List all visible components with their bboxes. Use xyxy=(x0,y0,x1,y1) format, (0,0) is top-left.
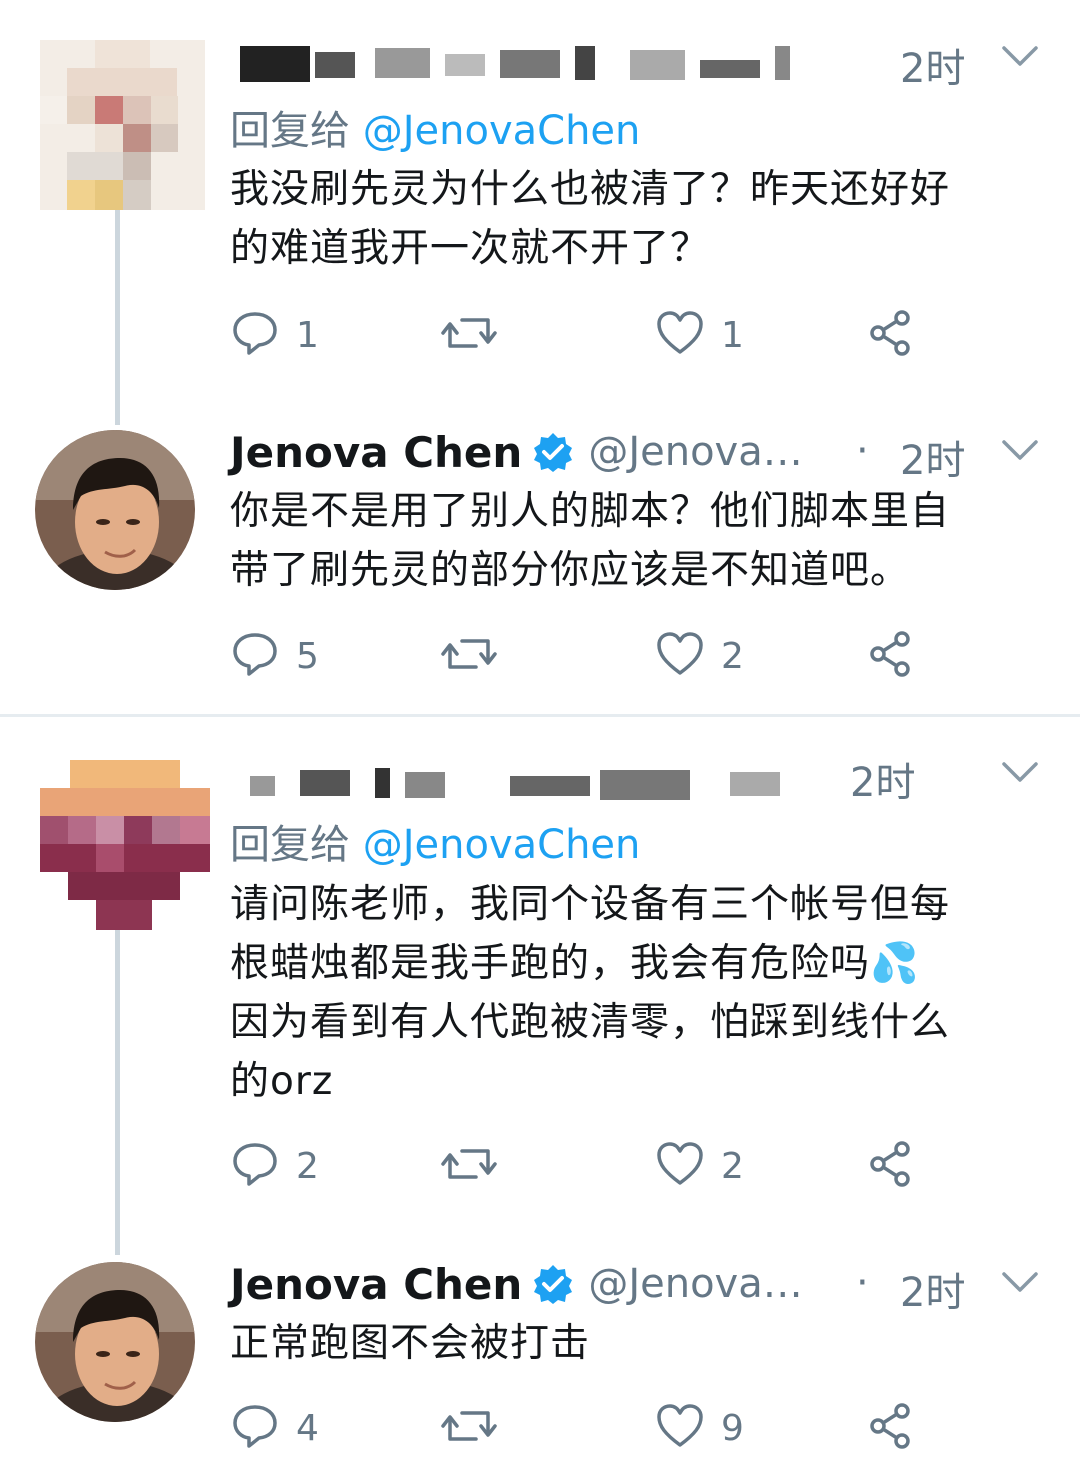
like-button[interactable]: 1 xyxy=(655,305,744,365)
author-name[interactable]: Jenova Chen xyxy=(230,1260,522,1309)
chevron-down-icon[interactable] xyxy=(1000,42,1040,74)
share-icon xyxy=(866,308,916,362)
share-icon xyxy=(866,1401,916,1455)
thread-connector-line xyxy=(115,210,120,425)
tweet-text: 你是不是用了别人的脚本？他们脚本里自 带了刷先灵的部分你应该是不知道吧。 xyxy=(230,482,1050,600)
tweet-text-line: 因为看到有人代跑被清零，怕踩到线什么 xyxy=(230,1000,951,1045)
reply-to-prefix: 回复给 xyxy=(230,822,350,868)
author-row: Jenova Chen @Jenova… xyxy=(230,424,803,480)
avatar-blurred[interactable] xyxy=(40,40,205,210)
tweet-text-line: 正常跑图不会被打击 xyxy=(230,1321,591,1366)
reply-button[interactable]: 1 xyxy=(230,305,319,365)
reply-icon xyxy=(230,1139,280,1193)
tweet-text-line: 的orz xyxy=(230,1059,334,1104)
share-button[interactable] xyxy=(866,1398,916,1458)
avatar-blurred[interactable] xyxy=(40,760,210,930)
tweet-time: 2时 xyxy=(900,1270,966,1316)
reply-icon xyxy=(230,629,280,683)
author-row: Jenova Chen @Jenova… xyxy=(230,1256,803,1312)
reply-to-mention-link[interactable]: @JenovaChen xyxy=(363,822,641,868)
reply-icon xyxy=(230,308,280,362)
thread-connector-line xyxy=(115,925,120,1255)
author-name-blurred[interactable] xyxy=(230,760,790,810)
like-count: 1 xyxy=(721,314,744,356)
share-icon xyxy=(866,629,916,683)
reply-button[interactable]: 2 xyxy=(230,1136,319,1196)
tweet-text: 请问陈老师，我同个设备有三个帐号但每 根蜡烛都是我手跑的，我会有危险吗💦 因为看… xyxy=(230,875,1050,1111)
reply-count: 2 xyxy=(296,1145,319,1187)
tweet-time: 2时 xyxy=(900,438,966,484)
tweet-actions: 4 9 xyxy=(230,1398,930,1458)
verified-badge-icon xyxy=(532,1263,574,1305)
like-button[interactable]: 9 xyxy=(655,1398,744,1458)
like-button[interactable]: 2 xyxy=(655,626,744,686)
heart-icon xyxy=(655,1139,705,1193)
retweet-button[interactable] xyxy=(440,305,498,365)
author-name-blurred[interactable] xyxy=(230,38,790,88)
avatar-jenova-chen[interactable] xyxy=(35,430,195,590)
share-button[interactable] xyxy=(866,626,916,686)
chevron-down-icon[interactable] xyxy=(1000,1268,1040,1300)
tweet-text: 正常跑图不会被打击 xyxy=(230,1314,1050,1373)
share-button[interactable] xyxy=(866,305,916,365)
tweet-text-line: 你是不是用了别人的脚本？他们脚本里自 xyxy=(230,489,951,534)
thread-divider xyxy=(0,714,1080,717)
reply-to-prefix: 回复给 xyxy=(230,108,350,154)
avatar-jenova-chen[interactable] xyxy=(35,1262,195,1422)
tweet-text-line: 带了刷先灵的部分你应该是不知道吧。 xyxy=(230,548,911,593)
reply-to-line: 回复给 @JenovaChen xyxy=(230,98,640,156)
reply-icon xyxy=(230,1401,280,1455)
reply-count: 4 xyxy=(296,1407,319,1449)
heart-icon xyxy=(655,1401,705,1455)
tweet-text-line: 我没刷先灵为什么也被清了？昨天还好好 xyxy=(230,167,951,212)
chevron-down-icon[interactable] xyxy=(1000,436,1040,468)
retweet-icon xyxy=(440,629,498,683)
tweet-actions: 5 2 xyxy=(230,626,930,686)
reply-to-line: 回复给 @JenovaChen xyxy=(230,812,640,870)
tweet-text-line: 根蜡烛都是我手跑的，我会有危险吗💦 xyxy=(230,941,920,986)
like-count: 2 xyxy=(721,1145,744,1187)
retweet-icon xyxy=(440,308,498,362)
retweet-button[interactable] xyxy=(440,626,498,686)
author-handle[interactable]: @Jenova… xyxy=(588,429,802,475)
reply-button[interactable]: 5 xyxy=(230,626,319,686)
retweet-button[interactable] xyxy=(440,1398,498,1458)
tweet-actions: 1 1 xyxy=(230,305,930,365)
reply-count: 1 xyxy=(296,314,319,356)
tweet-text-line: 请问陈老师，我同个设备有三个帐号但每 xyxy=(230,882,951,927)
heart-icon xyxy=(655,308,705,362)
tweet-actions: 2 2 xyxy=(230,1136,930,1196)
like-count: 9 xyxy=(721,1407,744,1449)
share-button[interactable] xyxy=(866,1136,916,1196)
chevron-down-icon[interactable] xyxy=(1000,758,1040,790)
retweet-icon xyxy=(440,1139,498,1193)
author-name[interactable]: Jenova Chen xyxy=(230,428,522,477)
like-button[interactable]: 2 xyxy=(655,1136,744,1196)
like-count: 2 xyxy=(721,635,744,677)
tweet-time: 2时 xyxy=(900,46,966,92)
retweet-icon xyxy=(440,1401,498,1455)
heart-icon xyxy=(655,629,705,683)
author-handle[interactable]: @Jenova… xyxy=(588,1261,802,1307)
reply-to-mention-link[interactable]: @JenovaChen xyxy=(363,108,641,154)
tweet-text-line: 的难道我开一次就不开了？ xyxy=(230,226,711,271)
verified-badge-icon xyxy=(532,431,574,473)
separator-dot: · xyxy=(856,428,869,474)
reply-button[interactable]: 4 xyxy=(230,1398,319,1458)
tweet-time: 2时 xyxy=(850,760,916,806)
reply-count: 5 xyxy=(296,635,319,677)
tweet-text: 我没刷先灵为什么也被清了？昨天还好好 的难道我开一次就不开了？ xyxy=(230,160,1050,278)
share-icon xyxy=(866,1139,916,1193)
retweet-button[interactable] xyxy=(440,1136,498,1196)
separator-dot: · xyxy=(856,1260,869,1306)
